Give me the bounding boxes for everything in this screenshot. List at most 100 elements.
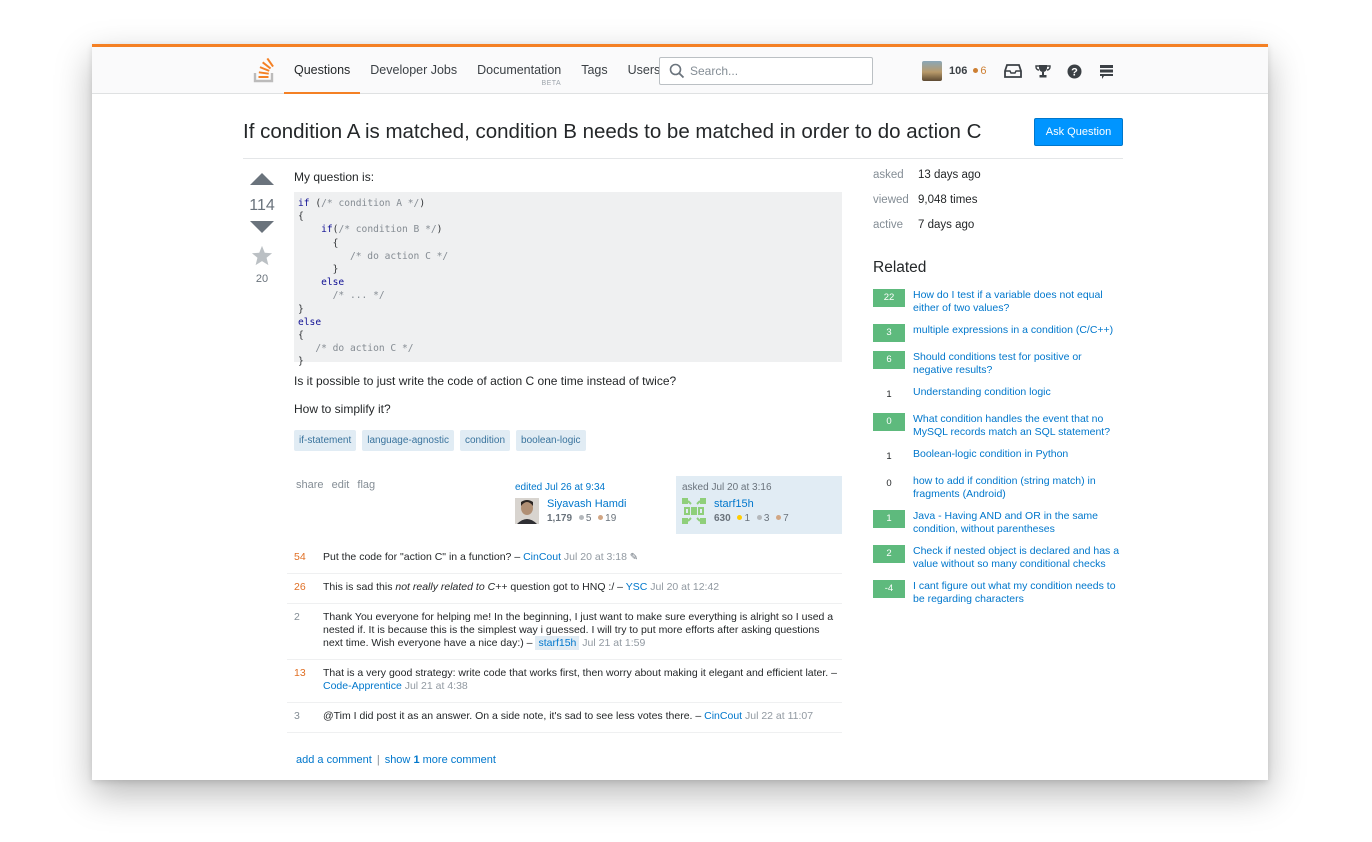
comment-user-link[interactable]: CinCout [523,551,561,563]
owner-reputation: 630 1 3 7 [714,513,789,524]
bronze-badge-count: 7 [783,513,789,524]
user-card[interactable]: 106 6 [922,61,986,81]
show-more-comments-link[interactable]: show 1 more comment [385,754,496,766]
nav-developer-jobs[interactable]: Developer Jobs [360,47,467,94]
related-question-link[interactable]: Boolean-logic condition in Python [913,448,1068,466]
favorite-star-icon[interactable] [251,245,273,266]
vote-count: 114 [249,197,275,214]
inbox-icon[interactable] [1004,64,1022,78]
code-text: ) [436,224,443,236]
tag-boolean-logic[interactable]: boolean-logic [516,430,586,451]
silver-badge-count: 5 [585,513,592,524]
related-list: 22 How do I test if a variable does not e… [873,289,1123,615]
editor-reputation: 1,179 5 19 [547,513,616,524]
achievements-trophy-icon[interactable] [1035,64,1051,79]
related-score-badge: 22 [873,289,905,307]
search-box[interactable] [659,57,873,85]
code-text: { [298,237,339,249]
tag-condition[interactable]: condition [459,430,511,451]
stat-value: 9,048 times [918,194,978,206]
comment-text: @Tim I did post it as an answer. On a si… [323,710,705,722]
nav-documentation[interactable]: Documentation BETA [467,47,571,94]
editor-name[interactable]: Siyavash Hamdi [547,498,626,510]
add-comment-link[interactable]: add a comment [296,754,372,766]
related-item: 0 how to add if condition (string match) … [873,475,1123,501]
related-question-link[interactable]: multiple expressions in a condition (C/C… [913,324,1113,342]
owner-name[interactable]: starf15h [714,498,754,510]
related-item: 1 Java - Having AND and OR in the same co… [873,510,1123,536]
related-question-link[interactable]: Java - Having AND and OR in the same con… [913,510,1123,536]
code-line: else [298,316,838,329]
comment-body: Thank You everyone for helping me! In th… [323,611,842,650]
related-item: -4 I cant figure out what my condition ne… [873,580,1123,606]
comment: 26 This is sad this not really related to… [287,574,842,604]
tag-language-agnostic[interactable]: language-agnostic [362,430,454,451]
code-comment: /* condition A */ [321,198,420,209]
related-question-link[interactable]: Should conditions test for positive or n… [913,351,1123,377]
nav-tags[interactable]: Tags [571,47,617,94]
related-item: 2 Check if nested object is declared and … [873,545,1123,571]
post-menu: share edit flag [296,479,380,491]
help-icon[interactable]: ? [1067,64,1082,79]
code-comment: /* ... */ [332,290,385,302]
gold-badge-count: 1 [744,513,751,524]
comment-user-link[interactable]: YSC [626,581,648,593]
stackoverflow-logo-icon[interactable] [252,55,276,85]
related-question-link[interactable]: Understanding condition logic [913,386,1051,404]
bronze-badge-icon [776,515,782,521]
related-question-link[interactable]: I cant figure out what my condition need… [913,580,1123,606]
comment-date-link[interactable]: Jul 22 at 11:07 [742,710,813,722]
owner-rep-count: 630 [714,513,731,524]
bronze-badge-icon [973,68,979,73]
comment-date-link[interactable]: Jul 20 at 12:42 [647,581,719,593]
related-score-badge: 3 [873,324,905,342]
search-input[interactable] [690,62,860,80]
comment-user-link[interactable]: CinCout [704,710,742,722]
svg-text:?: ? [1071,67,1078,79]
code-line: { [298,210,838,223]
comment-score: 26 [294,581,306,593]
editor-avatar[interactable] [515,498,539,524]
comment-date-link[interactable]: Jul 21 at 4:38 [402,680,468,692]
edit-link[interactable]: edit [332,479,350,491]
downvote-arrow-icon[interactable] [249,220,275,234]
bronze-badge-count: 19 [605,513,617,524]
comment: 3 @Tim I did post it as an answer. On a s… [287,703,842,733]
ask-question-button[interactable]: Ask Question [1034,118,1123,146]
share-link[interactable]: share [296,479,324,491]
code-line: } [298,303,838,316]
asked-time-link[interactable]: asked Jul 20 at 3:16 [682,482,836,493]
owner-identicon-avatar[interactable] [682,498,706,524]
reputation-count: 106 [949,65,968,77]
nav-questions[interactable]: Questions [284,47,361,94]
tag-if-statement[interactable]: if-statement [294,430,357,451]
comment-date-link[interactable]: Jul 21 at 1:59 [579,637,645,649]
code-keyword: else [298,277,345,289]
edited-time-link[interactable]: edited Jul 26 at 9:34 [515,482,669,493]
post-meta: share edit flag edited Jul 26 at 9:34 Si… [294,476,842,536]
divider [243,158,1123,159]
comment-user-link[interactable]: Code-Apprentice [323,680,402,692]
related-question-link[interactable]: How do I test if a variable does not equ… [913,289,1123,315]
comment-user-link[interactable]: starf15h [535,636,580,650]
related-question-link[interactable]: how to add if condition (string match) i… [913,475,1123,501]
code-text: ( [309,198,322,209]
question-title[interactable]: If condition A is matched, condition B n… [243,120,981,144]
comment-text: This is sad this [323,581,396,593]
comment-list: 54 Put the code for "action C" in a funct… [287,544,842,733]
edited-pencil-icon: ✎ [626,552,639,563]
comment-body: @Tim I did post it as an answer. On a si… [323,710,842,723]
silver-badge-icon [578,515,584,521]
code-text: { [298,330,304,342]
related-question-link[interactable]: Check if nested object is declared and h… [913,545,1123,571]
flag-link[interactable]: flag [357,479,375,491]
related-score-badge: 0 [873,413,905,431]
comment-date-link[interactable]: Jul 20 at 3:18 [561,551,627,563]
related-question-link[interactable]: What condition handles the event that no… [913,413,1123,439]
stat-value[interactable]: 7 days ago [918,219,974,244]
related-score-badge: 1 [886,389,892,400]
avatar[interactable] [922,61,942,81]
site-switcher-icon[interactable] [1099,64,1114,79]
upvote-arrow-icon[interactable] [249,172,275,186]
